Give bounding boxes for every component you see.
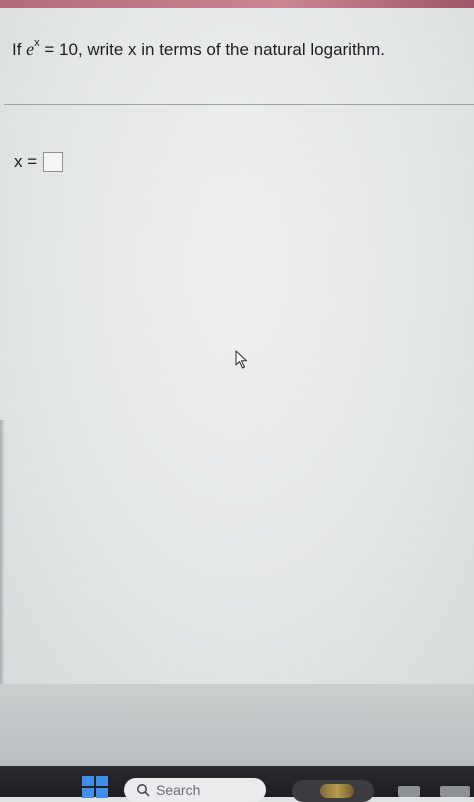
search-icon [137, 784, 150, 797]
divider [4, 104, 474, 105]
screen-edge [0, 420, 4, 685]
question-text: If ex = 10, write x in terms of the natu… [12, 37, 386, 60]
tray-icon[interactable] [440, 786, 470, 797]
search-label: Search [156, 782, 201, 798]
question-prefix: If [12, 40, 27, 59]
question-suffix: = 10, write x in terms of the natural lo… [39, 40, 386, 59]
taskbar: Search [0, 766, 474, 802]
answer-label: x = [14, 152, 38, 171]
exponent-x: x [34, 37, 40, 50]
top-accent-strip [0, 0, 474, 8]
answer-row: x = [14, 152, 64, 172]
taskbar-search[interactable]: Search [124, 778, 266, 802]
windows-logo-icon[interactable] [82, 776, 108, 798]
monitor-bezel [0, 684, 474, 766]
mouse-pointer-icon [235, 350, 247, 369]
tray-icon[interactable] [398, 786, 420, 797]
question-page: If ex = 10, write x in terms of the natu… [0, 8, 474, 684]
widget-art [320, 784, 354, 798]
answer-input-box[interactable] [43, 152, 64, 172]
taskbar-widget[interactable] [292, 780, 374, 802]
base-e: e [26, 39, 35, 59]
